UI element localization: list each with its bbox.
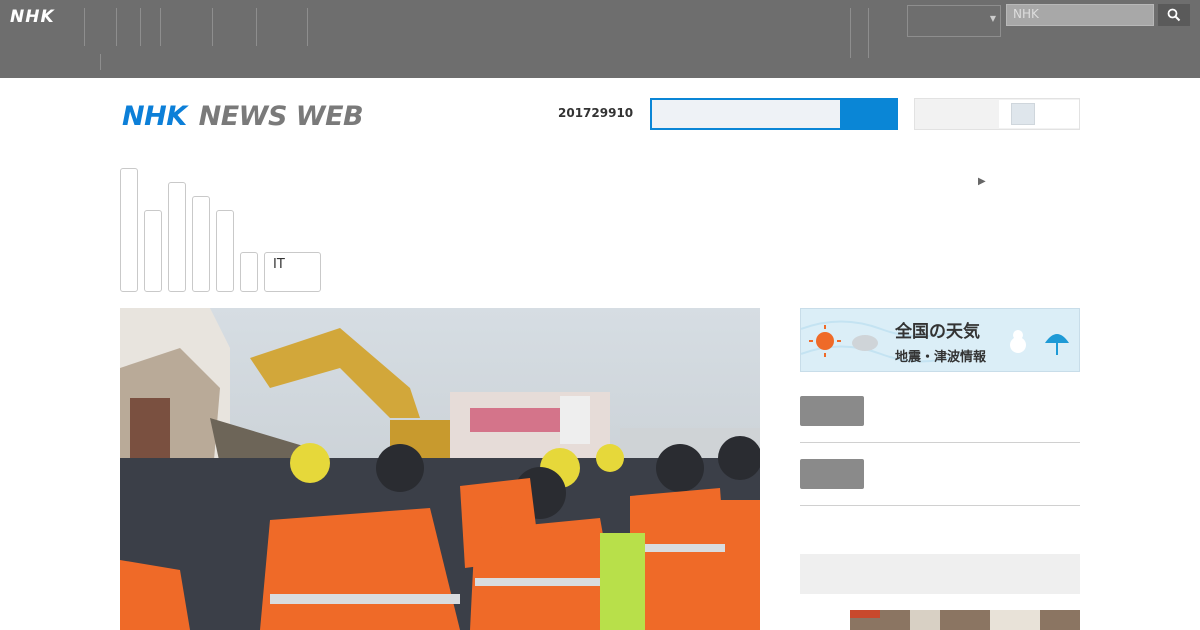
rescue-workers-photo — [120, 308, 760, 630]
side-link-thumbnail — [800, 459, 864, 489]
side-box-photo-graphic — [850, 610, 1080, 630]
weather-banner[interactable]: 全国の天気 地震・津波情報 — [800, 308, 1080, 372]
brand-nhk: NHK — [122, 100, 187, 132]
chevron-down-icon: ▼ — [989, 14, 996, 23]
side-box-photo[interactable] — [850, 610, 1080, 630]
nhk-search-input[interactable]: NHK — [1006, 4, 1154, 26]
more-link[interactable]: ▶ — [978, 172, 990, 188]
display-toggle[interactable] — [914, 98, 1080, 130]
category-tab[interactable] — [144, 210, 162, 292]
category-tab[interactable] — [192, 196, 210, 292]
search-icon — [1167, 8, 1181, 22]
utility-nav — [850, 8, 906, 58]
top-story-photo[interactable] — [120, 308, 760, 630]
news-search-button[interactable] — [840, 98, 898, 130]
category-tab[interactable] — [120, 168, 138, 292]
news-search-input[interactable] — [650, 98, 842, 130]
global-nav-item[interactable] — [160, 8, 212, 46]
category-tab[interactable] — [216, 210, 234, 292]
region-select[interactable]: ▼ — [907, 5, 1001, 37]
side-link-row[interactable] — [800, 396, 1080, 443]
category-tab-it[interactable]: IT — [264, 252, 321, 292]
global-nav-item[interactable] — [140, 8, 160, 46]
nhk-search-button[interactable] — [1158, 4, 1190, 26]
toggle-knob[interactable] — [1011, 103, 1035, 125]
global-nav-item[interactable] — [116, 8, 140, 46]
side-link-thumbnail — [800, 396, 864, 426]
global-nav-bar: NHK ▼ NHK — [0, 0, 1200, 78]
utility-nav-item[interactable] — [850, 8, 868, 58]
nhk-logo[interactable]: NHK — [10, 7, 55, 27]
global-nav-item[interactable] — [256, 8, 308, 46]
nav-divider — [100, 54, 101, 70]
weather-title: 全国の天気 — [895, 322, 980, 342]
category-tab[interactable] — [168, 182, 186, 292]
earthquake-tsunami-link: 地震・津波情報 — [895, 350, 987, 365]
global-nav — [84, 8, 308, 46]
side-box-heading — [800, 554, 1080, 594]
global-nav-item[interactable] — [212, 8, 256, 46]
brand-news-web: NEWS WEB — [198, 100, 364, 132]
current-date: 201729910 — [558, 106, 634, 120]
category-tab[interactable] — [240, 252, 258, 292]
utility-nav-item[interactable] — [868, 8, 906, 58]
global-nav-item[interactable] — [84, 8, 116, 46]
side-link-row[interactable] — [800, 459, 1080, 506]
triangle-right-icon: ▶ — [978, 176, 986, 187]
category-tab-label: IT — [273, 257, 285, 272]
news-web-logo[interactable]: NHK NEWS WEB — [122, 100, 364, 132]
toggle-track[interactable] — [999, 100, 1079, 128]
